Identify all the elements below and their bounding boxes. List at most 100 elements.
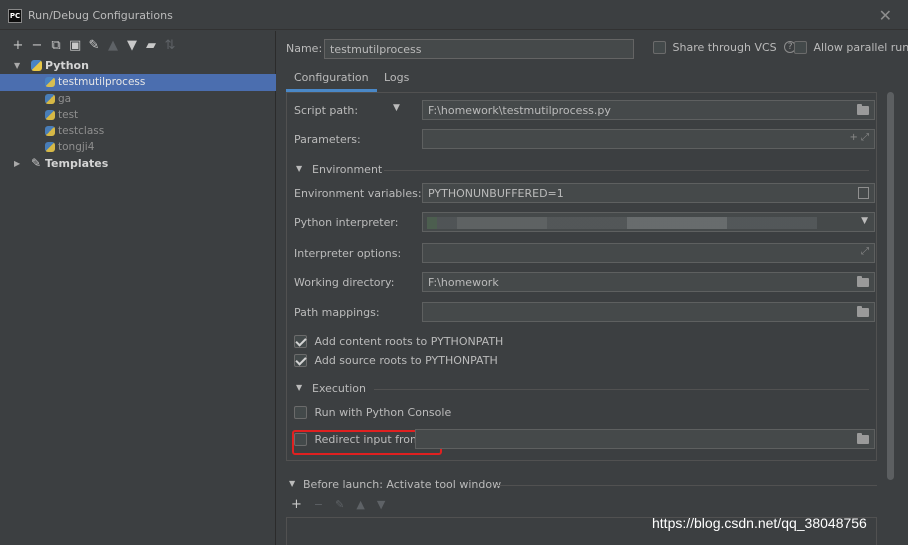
environment-section: ▼ Environment (294, 163, 869, 177)
redirect-input-field[interactable] (415, 429, 875, 449)
add-icon[interactable]: + (12, 39, 24, 53)
browse-icon[interactable] (858, 187, 869, 199)
tab-configuration[interactable]: Configuration (286, 68, 377, 92)
parallel-label: Allow parallel run (813, 40, 908, 54)
configuration-panel: Script path: ▼ F:\homework\testmutilproc… (286, 92, 877, 461)
move-up-icon[interactable]: ▲ (107, 39, 119, 53)
path-mappings-field[interactable] (422, 302, 875, 322)
tree-node-label: Python (45, 59, 89, 72)
python-icon (31, 60, 42, 71)
add-source-roots-checkbox[interactable] (294, 353, 307, 367)
remove-icon[interactable]: − (31, 39, 43, 53)
chevron-down-icon[interactable]: ▼ (296, 383, 302, 392)
move-down-icon[interactable]: ▼ (126, 39, 138, 53)
allow-parallel-run[interactable]: Allow parallel run (794, 40, 908, 54)
chevron-down-icon[interactable]: ▼ (393, 103, 400, 113)
path-mappings-label: Path mappings: (294, 306, 380, 319)
tree-node-templates[interactable]: ▶ ✎ Templates (0, 155, 276, 172)
env-vars-field[interactable]: PYTHONUNBUFFERED=1 (422, 183, 875, 203)
save-icon[interactable]: ▣ (69, 39, 81, 53)
working-dir-field[interactable]: F:\homework (422, 272, 875, 292)
add-content-roots-option[interactable]: Add content roots to PYTHONPATH (294, 334, 503, 350)
expand-icon[interactable]: ⤢ (861, 246, 869, 257)
chevron-right-icon[interactable]: ▶ (14, 155, 20, 172)
script-path-field[interactable]: F:\homework\testmutilprocess.py (422, 100, 875, 120)
interpreter-select[interactable]: ▼ (422, 212, 875, 232)
folder-icon[interactable] (857, 276, 869, 287)
before-launch-section: ▼ Before launch: Activate tool window (286, 478, 877, 492)
share-checkbox[interactable] (653, 40, 666, 54)
add-content-roots-label: Add content roots to PYTHONPATH (314, 334, 504, 348)
add-icon[interactable]: + (291, 497, 302, 512)
before-launch-toolbar: + − ✎ ▲ ▼ (291, 497, 385, 512)
parameters-field[interactable]: + ⤢ (422, 129, 875, 149)
folder-icon[interactable] (857, 433, 869, 444)
remove-icon[interactable]: − (314, 498, 323, 511)
section-divider (384, 170, 869, 171)
move-up-icon[interactable]: ▲ (356, 498, 364, 511)
python-icon (45, 77, 55, 87)
chevron-down-icon[interactable]: ▼ (14, 57, 20, 74)
scrollbar[interactable] (887, 92, 894, 480)
close-icon[interactable]: ✕ (879, 6, 892, 25)
run-with-console-label: Run with Python Console (314, 405, 452, 419)
add-source-roots-option[interactable]: Add source roots to PYTHONPATH (294, 353, 498, 369)
chevron-down-icon[interactable]: ▼ (289, 479, 295, 488)
tree-item-testclass[interactable]: testclass (0, 123, 276, 139)
tab-logs[interactable]: Logs (376, 68, 417, 92)
wrench-icon: ✎ (31, 156, 42, 170)
redirect-input-label: Redirect input from: (314, 432, 425, 446)
folder-icon[interactable] (857, 104, 869, 115)
execution-section: ▼ Execution (294, 382, 869, 396)
share-label: Share through VCS (672, 40, 777, 54)
configurations-sidebar: + − ⧉ ▣ ✎ ▲ ▼ ▰ ⇅ ▼ Python testmutilproc… (0, 31, 276, 545)
sort-icon[interactable]: ⇅ (164, 39, 176, 53)
expand-icon[interactable]: + ⤢ (849, 132, 869, 143)
python-icon (45, 142, 55, 152)
python-icon (45, 94, 55, 104)
tree-item-testmutilprocess[interactable]: testmutilprocess (0, 74, 276, 91)
wrench-icon[interactable]: ✎ (88, 39, 100, 53)
working-dir-label: Working directory: (294, 276, 395, 289)
redirect-input-option[interactable]: Redirect input from: (294, 432, 424, 446)
title-bar: PC Run/Debug Configurations ✕ (0, 0, 908, 30)
environment-section-title: Environment (312, 163, 383, 176)
redirect-input-checkbox[interactable] (294, 432, 307, 446)
interpreter-options-field[interactable]: ⤢ (422, 243, 875, 263)
working-dir-value: F:\homework (428, 276, 499, 289)
python-icon (45, 110, 55, 120)
chevron-down-icon[interactable]: ▼ (296, 164, 302, 173)
add-source-roots-label: Add source roots to PYTHONPATH (314, 353, 498, 367)
add-content-roots-checkbox[interactable] (294, 334, 307, 348)
pycharm-app-icon: PC (8, 9, 22, 23)
folder-icon[interactable] (857, 306, 869, 317)
watermark: https://blog.csdn.net/qq_38048756 (652, 515, 867, 531)
configuration-tree: ▼ Python testmutilprocess ga test testcl… (0, 57, 276, 172)
tree-item-tongji4[interactable]: tongji4 (0, 139, 276, 155)
section-divider (374, 389, 869, 390)
folder-icon[interactable]: ▰ (145, 39, 157, 53)
name-input[interactable]: testmutilprocess (324, 39, 634, 59)
section-divider (496, 485, 877, 486)
tree-item-ga[interactable]: ga (0, 91, 276, 107)
interpreter-label: Python interpreter: (294, 216, 399, 229)
edit-icon[interactable]: ✎ (335, 498, 344, 511)
share-through-vcs[interactable]: Share through VCS ? (653, 40, 797, 54)
run-with-console-option[interactable]: Run with Python Console (294, 405, 451, 421)
tree-node-python[interactable]: ▼ Python (0, 57, 276, 74)
move-down-icon[interactable]: ▼ (377, 498, 385, 511)
chevron-down-icon[interactable]: ▼ (861, 216, 868, 226)
window-title: Run/Debug Configurations (28, 9, 173, 22)
tree-item-label: ga (58, 93, 72, 105)
name-label: Name: (286, 42, 323, 55)
env-vars-label: Environment variables: (294, 187, 422, 200)
execution-section-title: Execution (312, 382, 366, 395)
tree-item-test[interactable]: test (0, 107, 276, 123)
copy-icon[interactable]: ⧉ (50, 39, 62, 53)
tree-node-label: Templates (45, 157, 109, 170)
script-path-label: Script path: (294, 104, 359, 117)
tree-item-label: testmutilprocess (58, 76, 146, 88)
blurred-interpreter-path (427, 217, 817, 229)
run-with-console-checkbox[interactable] (294, 405, 307, 419)
parallel-checkbox[interactable] (794, 40, 807, 54)
